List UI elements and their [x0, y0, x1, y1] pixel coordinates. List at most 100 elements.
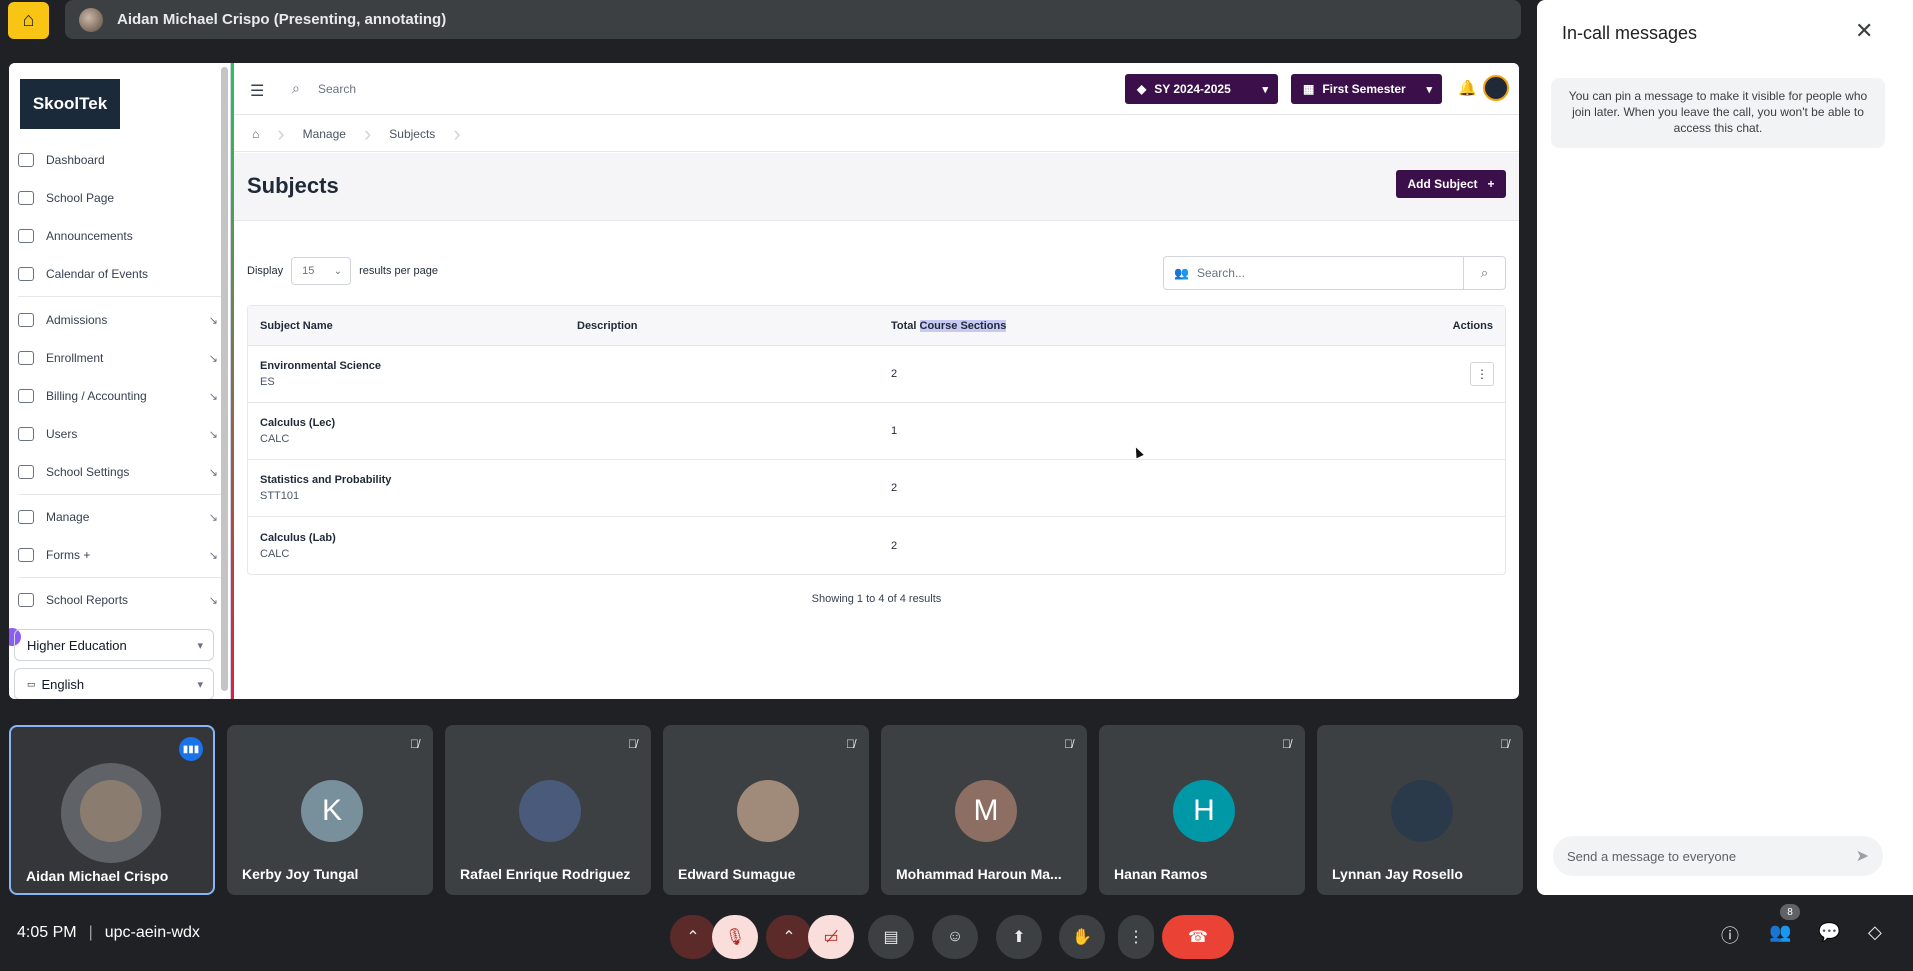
column-actions: Actions — [1452, 319, 1493, 332]
search-icon: ⌕ — [292, 80, 300, 96]
users-icon: 👥 — [1174, 266, 1189, 280]
avatar — [1391, 780, 1453, 842]
subject-cell: Calculus (Lab) CALC — [260, 532, 336, 560]
brand-name: SkoolTek — [32, 94, 108, 113]
subject-name: Environmental Science — [260, 360, 382, 372]
sidebar-item-dashboard[interactable]: Dashboard — [18, 145, 218, 175]
per-page-select[interactable]: 15 ⌄ — [291, 257, 352, 285]
raise-hand-button[interactable]: ✋ — [1059, 915, 1105, 959]
row-actions-button[interactable]: ⋮ — [1470, 362, 1494, 386]
more-options-button[interactable]: ⋮ — [1118, 915, 1154, 959]
menu-icon[interactable]: ☰ — [250, 81, 264, 101]
semester-icon: ▦ — [1303, 82, 1315, 96]
expand-arrow-icon: ↘ — [208, 390, 218, 403]
divider — [18, 494, 223, 495]
mic-off-icon: 🎙̸ — [410, 737, 419, 751]
bell-icon[interactable]: 🔔 — [1458, 79, 1477, 97]
breadcrumb-subjects[interactable]: Subjects — [371, 127, 453, 141]
camera-toggle-button[interactable]: ▭̸ — [808, 915, 854, 959]
graduation-cap-icon: ◆ — [1137, 82, 1147, 96]
top-search-input[interactable]: Search — [318, 82, 356, 96]
sidebar-item-calendar[interactable]: Calendar of Events — [18, 259, 218, 289]
video-options-button[interactable]: ⌃ — [766, 915, 812, 959]
dashboard-icon — [18, 153, 34, 167]
table-search-input[interactable]: Search... — [1197, 266, 1463, 280]
participant-tile[interactable]: 🎙̸ Lynnan Jay Rosello — [1317, 725, 1523, 895]
close-icon[interactable]: ✕ — [1855, 18, 1873, 44]
activities-icon[interactable]: ◇ — [1868, 922, 1882, 943]
participant-tile[interactable]: M 🎙̸ Mohammad Haroun Ma... — [881, 725, 1087, 895]
expand-arrow-icon: ↘ — [208, 511, 218, 524]
chevron-down-icon: ▾ — [1262, 83, 1268, 96]
billing-icon — [18, 389, 34, 403]
sidebar-item-label: Enrollment — [46, 351, 104, 365]
sidebar-item-billing[interactable]: Billing / Accounting ↘ — [18, 381, 218, 411]
sidebar-item-school-reports[interactable]: School Reports ↘ — [18, 585, 218, 615]
avatar[interactable] — [1483, 75, 1509, 101]
sidebar-item-forms[interactable]: Forms + ↘ — [18, 540, 218, 570]
present-button[interactable]: ⬆ — [996, 915, 1042, 959]
participant-tile[interactable]: K 🎙̸ Kerby Joy Tungal — [227, 725, 433, 895]
search-button[interactable]: ⌕ — [1463, 257, 1505, 289]
mic-off-icon: 🎙̸ — [846, 737, 855, 751]
school-year-value: SY 2024-2025 — [1154, 82, 1231, 96]
chat-message-input[interactable]: Send a message to everyone ➤ — [1553, 836, 1883, 876]
chevron-down-icon: ▾ — [1426, 83, 1432, 96]
sidebar-item-announcements[interactable]: Announcements — [18, 221, 218, 251]
breadcrumb-manage[interactable]: Manage — [285, 127, 364, 141]
reactions-button[interactable]: ☺ — [932, 915, 978, 959]
leave-call-button[interactable]: ☎ — [1162, 915, 1234, 959]
display-label: Display — [247, 265, 284, 277]
mic-toggle-button[interactable]: 🎙 — [712, 915, 758, 959]
sidebar-item-admissions[interactable]: Admissions ↘ — [18, 305, 218, 335]
manage-icon — [18, 510, 34, 524]
add-subject-button[interactable]: Add Subject + — [1396, 170, 1506, 198]
participant-name: Edward Sumague — [678, 866, 796, 882]
audio-options-button[interactable]: ⌃ — [670, 915, 716, 959]
sidebar-item-school-settings[interactable]: School Settings ↘ — [18, 457, 218, 487]
semester-select[interactable]: ▦ First Semester ▾ — [1291, 74, 1442, 104]
participant-name: Kerby Joy Tungal — [242, 866, 359, 882]
education-level-select[interactable]: Higher Education ▾ — [14, 629, 214, 661]
table-row[interactable]: Environmental Science ES 2 ⋮ — [248, 346, 1505, 403]
divider — [18, 296, 223, 297]
divider: | — [88, 924, 93, 941]
sidebar-item-label: School Reports — [46, 593, 129, 607]
language-select[interactable]: ▭ English ▾ — [14, 668, 214, 699]
avatar — [80, 780, 142, 842]
expand-arrow-icon: ↘ — [208, 352, 218, 365]
captions-button[interactable]: ▤ — [868, 915, 914, 959]
participant-tile[interactable]: H 🎙̸ Hanan Ramos — [1099, 725, 1305, 895]
sidebar-scrollbar[interactable] — [221, 67, 228, 691]
table-row[interactable]: Statistics and Probability STT101 2 — [248, 460, 1505, 517]
expand-arrow-icon: ↘ — [208, 314, 218, 327]
participant-tile[interactable]: 🎙̸ Edward Sumague — [663, 725, 869, 895]
breadcrumb-separator: › — [453, 120, 461, 146]
participant-name: Rafael Enrique Rodriguez — [460, 866, 631, 882]
chat-icon[interactable]: 💬 — [1818, 922, 1840, 943]
people-icon[interactable]: 👥 — [1769, 922, 1791, 943]
table-row[interactable]: Calculus (Lab) CALC 2 — [248, 517, 1505, 574]
chevron-down-icon: ⌄ — [333, 265, 343, 277]
sidebar-item-label: Dashboard — [46, 153, 105, 167]
speaking-indicator-icon: ▮▮▮ — [179, 737, 203, 761]
subject-cell: Environmental Science ES — [260, 360, 381, 388]
search-icon: ⌕ — [1480, 265, 1489, 280]
chevron-down-icon: ▾ — [197, 639, 203, 652]
expand-arrow-icon: ↘ — [208, 594, 218, 607]
sidebar-item-enrollment[interactable]: Enrollment ↘ — [18, 343, 218, 373]
participant-tile[interactable]: 🎙̸ Rafael Enrique Rodriguez — [445, 725, 651, 895]
top-bar: ☰ ⌕ Search ◆ SY 2024-2025 ▾ ▦ First Semeste… — [234, 63, 1519, 115]
more-vertical-icon: ⋮ — [1128, 929, 1144, 946]
send-icon[interactable]: ➤ — [1856, 846, 1869, 866]
table-row[interactable]: Calculus (Lec) CALC 1 — [248, 403, 1505, 460]
sidebar-item-school-page[interactable]: School Page — [18, 183, 218, 213]
info-icon[interactable]: ⓘ — [1721, 922, 1739, 948]
home-icon[interactable]: ⌂ — [234, 127, 277, 141]
participant-tile[interactable]: ▮▮▮ Aidan Michael Crispo — [9, 725, 215, 895]
sidebar-item-users[interactable]: Users ↘ — [18, 419, 218, 449]
school-year-select[interactable]: ◆ SY 2024-2025 ▾ — [1125, 74, 1278, 104]
participant-name: Lynnan Jay Rosello — [1332, 866, 1463, 882]
flag-icon: ▭ — [27, 678, 36, 689]
sidebar-item-manage[interactable]: Manage ↘ — [18, 502, 218, 532]
